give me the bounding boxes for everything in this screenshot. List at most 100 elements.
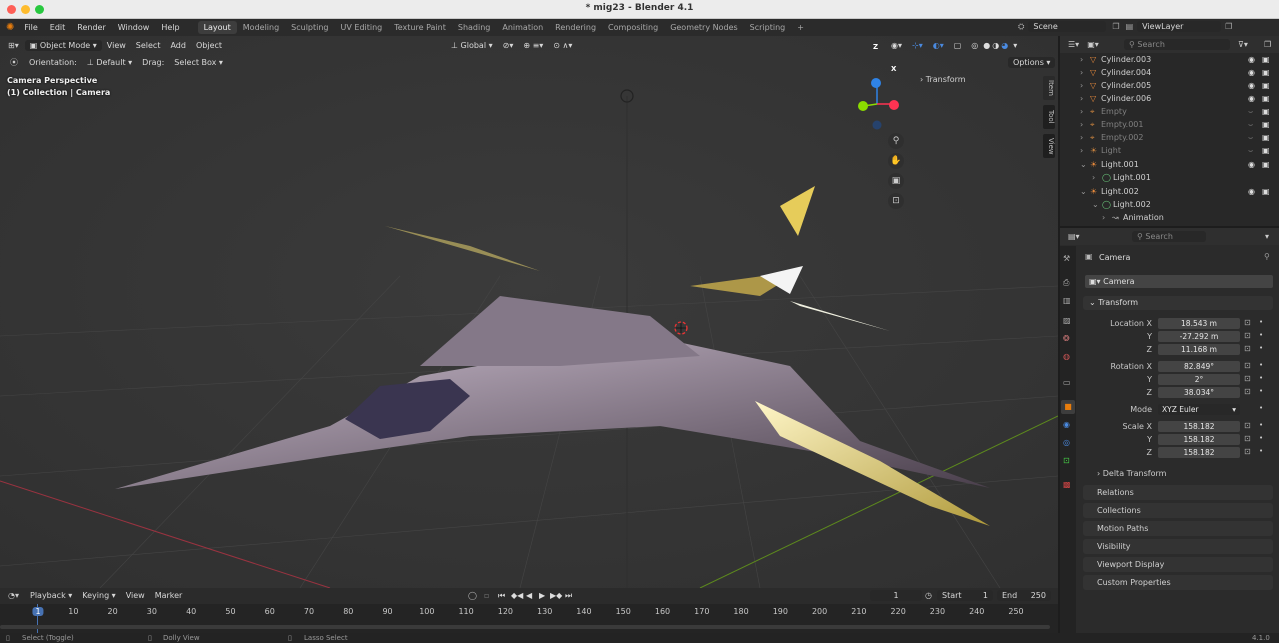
render-camera-icon[interactable]: ▣ xyxy=(1262,107,1270,116)
visibility-panel[interactable]: Visibility xyxy=(1083,539,1273,554)
disclosure-chevron-icon[interactable]: › xyxy=(1080,68,1083,77)
tab-shading[interactable]: Shading xyxy=(452,21,497,34)
keyframe-dot-icon[interactable]: • xyxy=(1259,447,1263,455)
keying-set-icon[interactable]: ▫ xyxy=(484,591,489,600)
gizmo-toggle-icon[interactable]: ⊹▾ xyxy=(907,41,928,50)
keyframe-dot-icon[interactable]: • xyxy=(1259,434,1263,442)
disclosure-chevron-icon[interactable]: › xyxy=(1080,133,1083,142)
rotation-y-field[interactable]: 2° xyxy=(1158,374,1240,385)
tab-texture-paint[interactable]: Texture Paint xyxy=(388,21,452,34)
blender-logo-icon[interactable]: ✺ xyxy=(0,22,18,33)
viewport-menu-object[interactable]: Object xyxy=(191,41,227,50)
disclosure-chevron-icon[interactable]: › xyxy=(1080,94,1083,103)
transform-panel-header[interactable]: ⌄ Transform xyxy=(1083,296,1273,310)
start-frame-field[interactable]: Start 1 xyxy=(937,590,993,601)
render-camera-icon[interactable]: ▣ xyxy=(1262,187,1270,196)
tab-uv-editing[interactable]: UV Editing xyxy=(335,21,389,34)
properties-editor-icon[interactable]: ▤▾ xyxy=(1060,232,1084,241)
disclosure-chevron-icon[interactable]: ⌄ xyxy=(1080,187,1087,196)
render-tab-icon[interactable]: ⎙ xyxy=(1063,278,1069,288)
visibility-eye-icon[interactable]: ◉ xyxy=(1248,94,1255,103)
tab-compositing[interactable]: Compositing xyxy=(602,21,664,34)
keyframe-dot-icon[interactable]: • xyxy=(1259,374,1263,382)
outliner-row[interactable]: › ▽ Cylinder.004 ◉ ▣ xyxy=(1060,66,1279,79)
relations-panel[interactable]: Relations xyxy=(1083,485,1273,500)
next-keyframe-icon[interactable]: ▶◆ xyxy=(550,591,562,600)
play-reverse-icon[interactable]: ◀ xyxy=(526,591,532,600)
tab-sculpting[interactable]: Sculpting xyxy=(285,21,334,34)
properties-search-input[interactable]: ⚲ Search xyxy=(1132,231,1206,242)
outliner-row[interactable]: › ⌖ Empty ⌣ ▣ xyxy=(1060,105,1279,118)
zoom-icon[interactable]: ⚲ xyxy=(888,133,904,149)
render-camera-icon[interactable]: ▣ xyxy=(1262,146,1270,155)
scene-selector[interactable]: Scene xyxy=(1028,21,1107,32)
visibility-eye-icon[interactable]: ◉ xyxy=(1248,68,1255,77)
keyframe-dot-icon[interactable]: • xyxy=(1259,331,1263,339)
tool-tab-icon[interactable]: ⚒ xyxy=(1063,254,1070,263)
keyframe-dot-icon[interactable]: • xyxy=(1259,387,1263,395)
render-camera-icon[interactable]: ▣ xyxy=(1262,68,1270,77)
lock-icon[interactable]: ⊡ xyxy=(1244,387,1251,396)
jump-end-icon[interactable]: ⏭ xyxy=(565,591,572,601)
disclosure-chevron-icon[interactable]: › xyxy=(1092,173,1095,182)
add-workspace-icon[interactable]: + xyxy=(791,21,810,34)
visibility-eye-icon[interactable]: ◉ xyxy=(1248,81,1255,90)
visibility-eye-icon[interactable]: ⌣ xyxy=(1248,146,1253,156)
shading-options-icon[interactable]: ▾ xyxy=(1008,41,1022,50)
outliner-row[interactable]: ⌄ ◯ Light.002 xyxy=(1060,198,1279,211)
timeline-menu-view[interactable]: View xyxy=(121,591,150,600)
visibility-eye-icon[interactable]: ⌣ xyxy=(1248,120,1253,130)
shading-wireframe-icon[interactable]: ◎ xyxy=(966,41,983,50)
lock-icon[interactable]: ⊡ xyxy=(888,193,904,209)
editor-type-icon[interactable]: ⊞▾ xyxy=(0,41,25,50)
clock-icon[interactable]: ◷ xyxy=(925,591,932,600)
prev-keyframe-icon[interactable]: ◆◀ xyxy=(511,591,523,600)
sidebar-tab-tool[interactable]: Tool xyxy=(1043,105,1055,129)
custom-properties-panel[interactable]: Custom Properties xyxy=(1083,575,1273,590)
render-camera-icon[interactable]: ▣ xyxy=(1262,120,1270,129)
lock-icon[interactable]: ⊡ xyxy=(1244,361,1251,370)
mode-selector[interactable]: ▣ Object Mode ▾ xyxy=(24,39,102,51)
outliner-row[interactable]: › ↝ Animation xyxy=(1060,211,1279,224)
outliner-row[interactable]: ⌄ ☀ Light.002 ◉ ▣ xyxy=(1060,185,1279,198)
lock-icon[interactable]: ⊡ xyxy=(1244,331,1251,340)
outliner-row[interactable]: › ▽ Cylinder.003 ◉ ▣ xyxy=(1060,53,1279,66)
viewport-display-panel[interactable]: Viewport Display xyxy=(1083,557,1273,572)
visibility-eye-icon[interactable]: ⌣ xyxy=(1248,133,1253,143)
tab-animation[interactable]: Animation xyxy=(496,21,549,34)
timeline-scrollbar[interactable] xyxy=(0,625,1050,629)
visibility-eye-icon[interactable]: ⌣ xyxy=(1248,107,1253,117)
visibility-eye-icon[interactable]: ◉ xyxy=(1248,55,1255,64)
shading-material-icon[interactable]: ◑ xyxy=(990,41,1001,50)
lock-icon[interactable]: ⊡ xyxy=(1244,318,1251,327)
disclosure-chevron-icon[interactable]: › xyxy=(1080,55,1083,64)
rotation-z-field[interactable]: 38.034° xyxy=(1158,387,1240,398)
lock-icon[interactable]: ⊡ xyxy=(1244,447,1251,456)
outliner-search-input[interactable]: ⚲ Search xyxy=(1124,39,1230,50)
delta-transform-subpanel[interactable]: › Delta Transform xyxy=(1097,469,1166,478)
viewport-3d[interactable]: Z X ⚲ ✋ ▣ ⊡ Camera Perspective (1) Colle… xyxy=(0,36,1058,588)
camera-view-icon[interactable]: ▣ xyxy=(888,173,904,189)
auto-keying-icon[interactable]: ◯ xyxy=(468,591,477,600)
options-chevron-icon[interactable]: ▾ xyxy=(1265,232,1269,241)
end-frame-field[interactable]: End 250 xyxy=(997,590,1051,601)
snap-icon[interactable]: ⊕ ≡▾ xyxy=(518,41,548,50)
timeline-editor-icon[interactable]: ◔▾ xyxy=(0,591,25,600)
lock-icon[interactable]: ⊡ xyxy=(1244,344,1251,353)
keyframe-dot-icon[interactable]: • xyxy=(1259,318,1263,326)
timeline-menu-playback[interactable]: Playback ▾ xyxy=(25,591,77,600)
outliner-row[interactable]: › ⌖ Empty.001 ⌣ ▣ xyxy=(1060,118,1279,131)
location-x-field[interactable]: 18.543 m xyxy=(1158,318,1240,329)
outliner-row[interactable]: › ◯ Light.001 xyxy=(1060,171,1279,184)
view-layer-selector[interactable]: ViewLayer xyxy=(1137,21,1222,32)
disclosure-chevron-icon[interactable]: ⌄ xyxy=(1092,200,1099,209)
render-camera-icon[interactable]: ▣ xyxy=(1262,55,1270,64)
disclosure-chevron-icon[interactable]: › xyxy=(1080,120,1083,129)
menu-help[interactable]: Help xyxy=(155,23,185,32)
keyframe-dot-icon[interactable]: • xyxy=(1259,361,1263,369)
lock-icon[interactable]: ⊡ xyxy=(1244,374,1251,383)
tab-layout[interactable]: Layout xyxy=(197,21,237,34)
rotation-x-field[interactable]: 82.849° xyxy=(1158,361,1240,372)
menu-render[interactable]: Render xyxy=(71,23,111,32)
scale-x-field[interactable]: 158.182 xyxy=(1158,421,1240,432)
